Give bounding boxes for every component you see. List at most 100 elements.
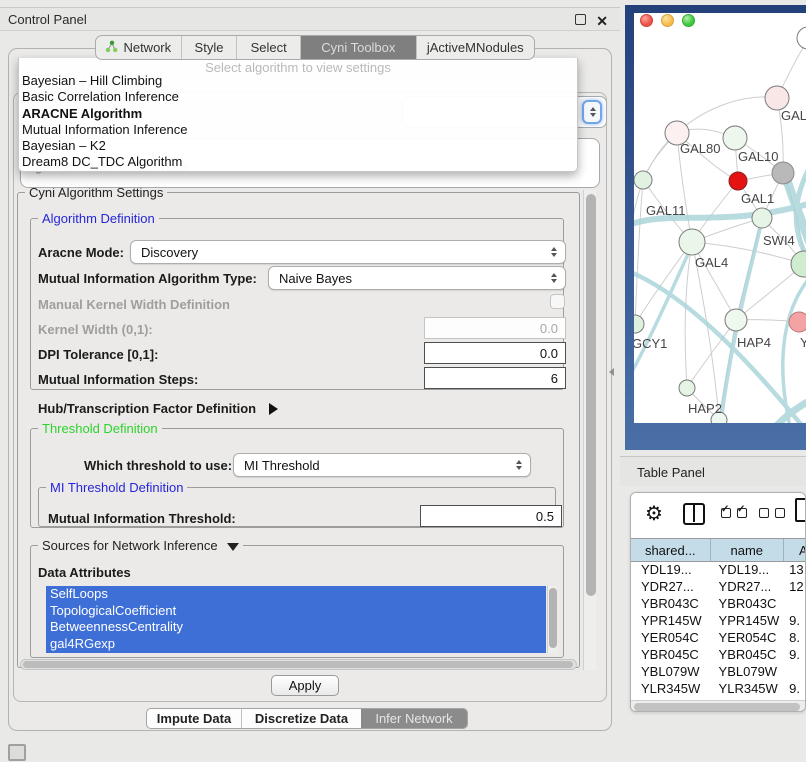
dpi-tolerance-input[interactable]: 0.0 (424, 342, 566, 364)
network-graph: GAL GAL80 GAL10 GAL1 GAL11 SWI4 GAL4 GCY… (634, 13, 806, 423)
node-hap2[interactable] (679, 380, 695, 396)
hub-definition-disclosure[interactable]: Hub/Transcription Factor Definition (38, 400, 278, 418)
table-header-row: shared... name A (631, 538, 805, 562)
network-edges-thick (634, 163, 806, 423)
table-row[interactable]: YDL19... YDL19... 13 (631, 562, 805, 579)
table-rows: YDL19... YDL19... 13 YDR27... YDR27... 1… (631, 562, 805, 700)
dropdown-placeholder: Select algorithm to view settings (19, 58, 577, 73)
attribute-item-selected[interactable]: gal4RGexp (46, 636, 546, 653)
combo-arrows-icon (551, 273, 557, 283)
tab-cyni-toolbox[interactable]: Cyni Toolbox (301, 36, 416, 59)
table-row[interactable]: YBR043C YBR043C (631, 596, 805, 613)
attribute-item-selected[interactable]: SelfLoops (46, 586, 546, 603)
deselect-all-icon[interactable] (759, 508, 769, 518)
scrollbar-thumb[interactable] (549, 588, 557, 648)
label-swi4: SWI4 (763, 233, 795, 248)
dropdown-option[interactable]: Mutual Information Inference (19, 122, 577, 138)
tab-select[interactable]: Select (237, 36, 301, 59)
node-gal4[interactable] (679, 229, 705, 255)
column-header-shared[interactable]: shared... (631, 539, 711, 561)
algorithm-dropdown-list: Select algorithm to view settings Bayesi… (18, 58, 578, 172)
aracne-mode-select[interactable]: Discovery (130, 240, 566, 264)
which-threshold-select[interactable]: MI Threshold (233, 453, 531, 477)
node-hap4[interactable] (725, 309, 747, 331)
disclosure-right-icon (269, 403, 278, 415)
tab-jactivemnodules[interactable]: jActiveMNodules (417, 36, 534, 59)
node-selected-red[interactable] (729, 172, 747, 190)
apply-button[interactable]: Apply (271, 675, 339, 696)
disclosure-down-icon (227, 543, 239, 551)
mi-algorithm-type-select[interactable]: Naive Bayes (268, 266, 566, 290)
scrollbar-thumb[interactable] (586, 194, 596, 596)
close-panel-icon[interactable]: ✕ (596, 13, 608, 30)
node-gal11[interactable] (634, 171, 652, 189)
scrollbar-thumb[interactable] (23, 661, 573, 668)
settings-horizontal-scrollbar[interactable] (20, 659, 577, 670)
column-header-partial[interactable]: A (784, 539, 805, 561)
data-attributes-list: SelfLoops TopologicalCoefficient Between… (46, 586, 546, 653)
mi-steps-label: Mutual Information Steps: (38, 372, 198, 387)
node-gal-partial[interactable] (765, 86, 789, 110)
dropdown-option[interactable]: Dream8 DC_TDC Algorithm (19, 154, 577, 170)
combo-arrows-icon (551, 247, 557, 257)
node-gal10[interactable] (723, 126, 747, 150)
scrollbar-thumb[interactable] (634, 703, 800, 711)
tab-impute-data[interactable]: Impute Data (147, 709, 241, 728)
label-gal80: GAL80 (680, 141, 720, 156)
tab-style[interactable]: Style (182, 36, 238, 59)
tab-infer-network[interactable]: Infer Network (361, 709, 467, 728)
mac-close-icon[interactable] (640, 14, 653, 27)
dropdown-option[interactable]: Bayesian – Hill Climbing (19, 73, 577, 89)
sources-group-title[interactable]: Sources for Network Inference (38, 538, 243, 553)
select-all-icon-2[interactable] (737, 508, 747, 518)
attribute-item-selected[interactable]: BetweennessCentrality (46, 619, 546, 636)
table-horizontal-scrollbar[interactable] (631, 700, 805, 712)
node-gray[interactable] (772, 162, 794, 184)
mi-steps-input[interactable]: 6 (424, 367, 566, 389)
settings-vertical-scrollbar[interactable] (583, 190, 596, 670)
table-toolbar: ⚙ (631, 493, 805, 538)
gear-icon[interactable]: ⚙ (645, 501, 663, 526)
attribute-list-scrollbar[interactable] (547, 586, 557, 653)
node-partial-top[interactable] (797, 27, 806, 49)
label-gal10: GAL10 (738, 149, 778, 164)
panel-divider-handle[interactable] (609, 368, 614, 376)
node-swi4[interactable] (752, 208, 772, 228)
dropdown-option-selected[interactable]: ARACNE Algorithm (19, 106, 577, 122)
network-node-labels: GAL GAL80 GAL10 GAL1 GAL11 SWI4 GAL4 GCY… (634, 108, 806, 416)
mac-zoom-icon[interactable] (682, 14, 695, 27)
label-gcy1: GCY1 (634, 336, 667, 351)
node-gcy1[interactable] (634, 315, 644, 333)
table-row[interactable]: YLR345W YLR345W 9. (631, 681, 805, 698)
table-row[interactable]: YBL079W YBL079W (631, 664, 805, 681)
attribute-item-selected[interactable]: TopologicalCoefficient (46, 603, 546, 620)
mac-minimize-icon[interactable] (661, 14, 674, 27)
label-gal4: GAL4 (695, 255, 728, 270)
tab-discretize-data[interactable]: Discretize Data (241, 709, 361, 728)
float-window-icon[interactable] (575, 14, 586, 25)
network-nodes[interactable] (634, 27, 806, 423)
network-canvas[interactable]: GAL GAL80 GAL10 GAL1 GAL11 SWI4 GAL4 GCY… (634, 13, 806, 423)
dropdown-option[interactable]: Basic Correlation Inference (19, 89, 577, 105)
data-attributes-label: Data Attributes (38, 565, 131, 580)
mi-threshold-input[interactable]: 0.5 (420, 505, 562, 527)
table-row[interactable]: YDR27... YDR27... 12 (631, 579, 805, 596)
combobox-spinner-focused[interactable] (582, 100, 602, 124)
column-header-name[interactable]: name (711, 539, 785, 561)
combo-arrows-icon (516, 460, 522, 470)
node-salmon[interactable] (789, 312, 806, 332)
select-all-icon[interactable] (721, 508, 731, 518)
file-icon[interactable] (795, 498, 806, 522)
mi-threshold-group-title: MI Threshold Definition (46, 480, 187, 495)
table-row[interactable]: YPR145W YPR145W 9. (631, 613, 805, 630)
cyni-bottom-tabbar: Impute Data Discretize Data Infer Networ… (146, 708, 468, 729)
table-row[interactable]: YBR045C YBR045C 9. (631, 647, 805, 664)
collapsed-panel-icon[interactable] (8, 744, 26, 761)
split-column-icon[interactable] (683, 503, 705, 525)
deselect-all-icon-2[interactable] (775, 508, 785, 518)
dropdown-option[interactable]: Bayesian – K2 (19, 138, 577, 154)
label-hap4: HAP4 (737, 335, 771, 350)
table-row[interactable]: YER054C YER054C 8. (631, 630, 805, 647)
manual-kernel-width-checkbox[interactable] (550, 294, 565, 309)
tab-network[interactable]: Network (96, 36, 182, 59)
